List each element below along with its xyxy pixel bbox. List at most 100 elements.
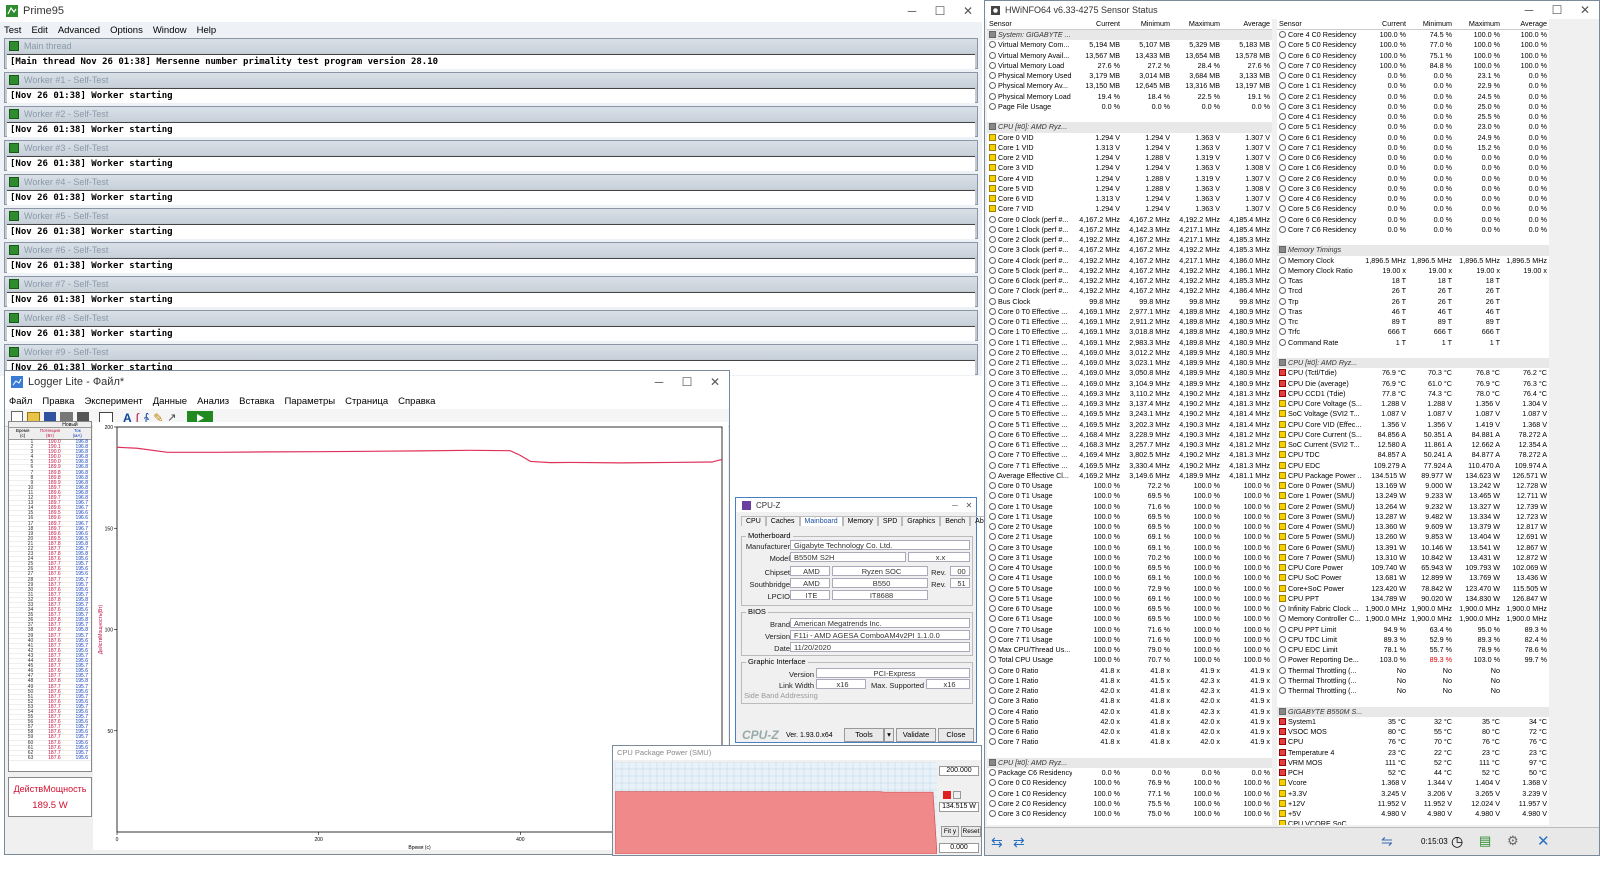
sensor-row[interactable]: Trc 89 T 89 T 89 T: [1277, 317, 1549, 327]
close-icon[interactable]: ✕: [954, 4, 982, 18]
sensor-row[interactable]: Core 3 T1 Effective ... 4,169.0 MHz 3,104.…: [987, 379, 1272, 389]
sensor-row[interactable]: Core 7 C6 Residency 0.0 % 0.0 % 0.0 % 0.0 %: [1277, 225, 1549, 235]
menu-test[interactable]: Test: [4, 25, 21, 36]
sensor-row[interactable]: CPU Core Power 109.740 W 65.943 W 109.793 W…: [1277, 563, 1549, 573]
sensor-row[interactable]: Core 6 C1 Residency 0.0 % 0.0 % 24.9 % 0.0 %: [1277, 133, 1549, 143]
sensor-row[interactable]: Physical Memory Used 3,179 MB 3,014 MB 3,68…: [987, 71, 1272, 81]
sensor-row[interactable]: Core 2 C6 Residency 0.0 % 0.0 % 0.0 % 0.0 %: [1277, 174, 1549, 184]
settings-icon[interactable]: ⚙: [1507, 833, 1519, 849]
sensor-row[interactable]: Trcd 26 T 26 T 26 T: [1277, 286, 1549, 296]
menu-options[interactable]: Options: [110, 25, 143, 36]
sensor-row[interactable]: Core 7 VID 1.294 V 1.294 V 1.363 V 1.307 V: [987, 204, 1272, 214]
sensor-row[interactable]: Bus Clock 99.8 MHz 99.8 MHz 99.8 MHz 99.8 MH…: [987, 297, 1272, 307]
sensor-group-header[interactable]: CPU [#0]: AMD Ryz...: [1277, 358, 1549, 369]
tab-bench[interactable]: Bench: [940, 516, 971, 526]
sensor-row[interactable]: CPU Die (average) 76.9 °C 61.0 °C 76.9 °C 76…: [1277, 379, 1549, 389]
sensor-row[interactable]: Core 1 C1 Residency 0.0 % 0.0 % 22.9 % 0.0 %: [1277, 81, 1549, 91]
worker-window[interactable]: Worker #8 - Self-Test [Nov 26 01:38] Work…: [4, 310, 978, 341]
log-add-icon[interactable]: ▤: [1479, 833, 1491, 849]
sensor-row[interactable]: Core 6 Ratio 42.0 x 41.8 x 42.0 x 41.9 x: [987, 727, 1272, 737]
sensor-row[interactable]: Core 3 Power (SMU) 13.287 W 9.482 W 13.334 …: [1277, 512, 1549, 522]
sensor-row[interactable]: CPU Core Voltage (S... 1.288 V 1.288 V 1.35…: [1277, 399, 1549, 409]
sensor-row[interactable]: SoC Voltage (SVI2 T... 1.087 V 1.087 V 1.08…: [1277, 409, 1549, 419]
sensor-row[interactable]: Core 1 Ratio 41.8 x 41.5 x 42.3 x 41.9 x: [987, 676, 1272, 686]
column-header[interactable]: Current: [1072, 19, 1122, 29]
sensor-row[interactable]: Core 4 T0 Effective ... 4,169.3 MHz 3,110.…: [987, 389, 1272, 399]
sensor-row[interactable]: Tras 46 T 46 T 46 T: [1277, 307, 1549, 317]
sensor-row[interactable]: Core 4 C0 Residency 100.0 % 74.5 % 100.0 % 1…: [1277, 30, 1549, 40]
sensor-row[interactable]: +3.3V 3.245 V 3.206 V 3.265 V 3.239 V: [1277, 789, 1549, 799]
sensor-row[interactable]: Package C6 Residency 0.0 % 0.0 % 0.0 % 0.0 %: [987, 768, 1272, 778]
close-icon[interactable]: ✕: [962, 501, 976, 510]
sensor-row[interactable]: Core 5 Ratio 42.0 x 41.8 x 42.0 x 41.9 x: [987, 717, 1272, 727]
sensor-row[interactable]: +12V 11.952 V 11.952 V 12.024 V 11.957 V: [1277, 799, 1549, 809]
sensor-row[interactable]: Core 1 Clock (perf #... 4,167.2 MHz 4,142.…: [987, 225, 1272, 235]
sensor-row[interactable]: Core 4 Clock (perf #... 4,192.2 MHz 4,167.…: [987, 256, 1272, 266]
sensor-row[interactable]: Core 6 Power (SMU) 13.391 W 10.146 W 13.541…: [1277, 543, 1549, 553]
maximize-icon[interactable]: ☐: [1543, 3, 1571, 17]
menu-help[interactable]: Справка: [398, 396, 435, 407]
sensor-row[interactable]: Core 7 T0 Usage 100.0 % 71.6 % 100.0 % 100.0…: [987, 625, 1272, 635]
sensor-row[interactable]: CPU TDC Limit 89.3 % 52.9 % 89.3 % 82.4 %: [1277, 635, 1549, 645]
sensor-row[interactable]: Virtual Memory Load 27.6 % 27.2 % 28.4 % 27.…: [987, 61, 1272, 71]
sensor-row[interactable]: Core 3 C0 Residency 100.0 % 75.0 % 100.0 % 1…: [987, 809, 1272, 819]
sensor-row[interactable]: Core 1 VID 1.313 V 1.294 V 1.363 V 1.307 V: [987, 143, 1272, 153]
sensor-row[interactable]: [1277, 348, 1549, 358]
sensor-row[interactable]: CPU Package Power ... 134.515 W 89.977 W 13…: [1277, 471, 1549, 481]
sensor-row[interactable]: Core 4 T1 Effective ... 4,169.3 MHz 3,137.…: [987, 399, 1272, 409]
sensor-row[interactable]: Core 6 T0 Usage 100.0 % 69.5 % 100.0 % 100.0…: [987, 604, 1272, 614]
sensor-row[interactable]: Total CPU Usage 100.0 % 70.7 % 100.0 % 100.0…: [987, 655, 1272, 665]
sensor-row[interactable]: Core 7 Ratio 41.8 x 41.8 x 42.0 x 41.9 x: [987, 737, 1272, 747]
sensor-row[interactable]: Core 3 VID 1.294 V 1.294 V 1.363 V 1.308 V: [987, 163, 1272, 173]
sensor-row[interactable]: Core 5 C0 Residency 100.0 % 77.0 % 100.0 % 1…: [1277, 40, 1549, 50]
menu-window[interactable]: Window: [153, 25, 187, 36]
sensor-row[interactable]: Core 0 T0 Usage 100.0 % 72.2 % 100.0 % 100.0…: [987, 481, 1272, 491]
sensor-row[interactable]: [1277, 235, 1549, 245]
close-sensors-icon[interactable]: ✕: [1537, 832, 1550, 850]
sensor-row[interactable]: Tcas 18 T 18 T 18 T: [1277, 276, 1549, 286]
minimize-icon[interactable]: ─: [645, 375, 673, 389]
sensor-row[interactable]: Core 4 C1 Residency 0.0 % 0.0 % 25.5 % 0.0 %: [1277, 112, 1549, 122]
sensor-row[interactable]: Core 0 Clock (perf #... 4,167.2 MHz 4,167.…: [987, 215, 1272, 225]
sensor-row[interactable]: Infinity Fabric Clock ... 1,900.0 MHz 1,90…: [1277, 604, 1549, 614]
worker-window[interactable]: Worker #4 - Self-Test [Nov 26 01:38] Work…: [4, 174, 978, 205]
sensor-row[interactable]: Core 4 Power (SMU) 13.360 W 9.609 W 13.379 …: [1277, 522, 1549, 532]
sensor-row[interactable]: CPU CCD1 (Tdie) 77.8 °C 74.3 °C 78.0 °C 76.4…: [1277, 389, 1549, 399]
sensor-row[interactable]: Core 6 T1 Effective ... 4,168.3 MHz 3,257.…: [987, 440, 1272, 450]
sensor-row[interactable]: Core 7 Power (SMU) 13.310 W 10.842 W 13.431…: [1277, 553, 1549, 563]
menu-options[interactable]: Параметры: [284, 396, 335, 407]
sensor-row[interactable]: Core 1 C6 Residency 0.0 % 0.0 % 0.0 % 0.0 %: [1277, 163, 1549, 173]
sensor-row[interactable]: Core 1 Power (SMU) 13.249 W 9.233 W 13.465 …: [1277, 491, 1549, 501]
log-toggle-icon[interactable]: [953, 791, 961, 799]
sensor-row[interactable]: Memory Clock 1,896.5 MHz 1,896.5 MHz 1,896.…: [1277, 256, 1549, 266]
worker-window[interactable]: Worker #6 - Self-Test [Nov 26 01:38] Work…: [4, 242, 978, 273]
sensor-row[interactable]: Core 2 C1 Residency 0.0 % 0.0 % 24.5 % 0.0 %: [1277, 92, 1549, 102]
sensor-row[interactable]: Core 0 T0 Effective ... 4,169.1 MHz 2,977.…: [987, 307, 1272, 317]
sensor-row[interactable]: PCH 52 °C 44 °C 52 °C 50 °C: [1277, 768, 1549, 778]
sensor-row[interactable]: Core 1 C0 Residency 100.0 % 77.1 % 100.0 % 1…: [987, 789, 1272, 799]
close-icon[interactable]: ✕: [701, 375, 729, 389]
minimize-icon[interactable]: ─: [898, 4, 926, 18]
sensor-row[interactable]: Core 3 C1 Residency 0.0 % 0.0 % 25.0 % 0.0 %: [1277, 102, 1549, 112]
sensor-row[interactable]: Core 2 T0 Usage 100.0 % 69.5 % 100.0 % 100.0…: [987, 522, 1272, 532]
sensor-row[interactable]: Core 4 C6 Residency 0.0 % 0.0 % 0.0 % 0.0 %: [1277, 194, 1549, 204]
sensor-row[interactable]: Physical Memory Load 19.4 % 18.4 % 22.5 % 19…: [987, 92, 1272, 102]
sensor-row[interactable]: Core 7 T1 Usage 100.0 % 71.6 % 100.0 % 100.0…: [987, 635, 1272, 645]
column-header[interactable]: Sensor: [987, 19, 1072, 29]
sensor-row[interactable]: Core 0 VID 1.294 V 1.294 V 1.363 V 1.307 V: [987, 133, 1272, 143]
sensor-row[interactable]: Core 6 Clock (perf #... 4,192.2 MHz 4,167.…: [987, 276, 1272, 286]
sensor-row[interactable]: Temperature 4 23 °C 22 °C 23 °C 23 °C: [1277, 748, 1549, 758]
worker-window[interactable]: Worker #1 - Self-Test [Nov 26 01:38] Work…: [4, 72, 978, 103]
sensor-row[interactable]: Thermal Throttling (... No No No: [1277, 686, 1549, 696]
tab-cpu[interactable]: CPU: [741, 516, 766, 526]
menu-edit[interactable]: Edit: [31, 25, 47, 36]
sensor-row[interactable]: System1 35 °C 32 °C 35 °C 34 °C: [1277, 717, 1549, 727]
sensor-row[interactable]: Core 4 T1 Usage 100.0 % 69.1 % 100.0 % 100.0…: [987, 573, 1272, 583]
menu-experiment[interactable]: Эксперимент: [84, 396, 142, 407]
sensor-row[interactable]: Core 2 T0 Effective ... 4,169.0 MHz 3,012.…: [987, 348, 1272, 358]
tab-mainboard[interactable]: Mainboard: [799, 516, 843, 526]
sensor-row[interactable]: Virtual Memory Com... 5,194 MB 5,107 MB 5,3…: [987, 40, 1272, 50]
sensor-row[interactable]: Core 0 C6 Residency 0.0 % 0.0 % 0.0 % 0.0 %: [1277, 153, 1549, 163]
sensor-row[interactable]: Max CPU/Thread Us... 100.0 % 79.0 % 100.0 %…: [987, 645, 1272, 655]
sensor-row[interactable]: Virtual Memory Avail... 13,567 MB 13,433 M…: [987, 51, 1272, 61]
